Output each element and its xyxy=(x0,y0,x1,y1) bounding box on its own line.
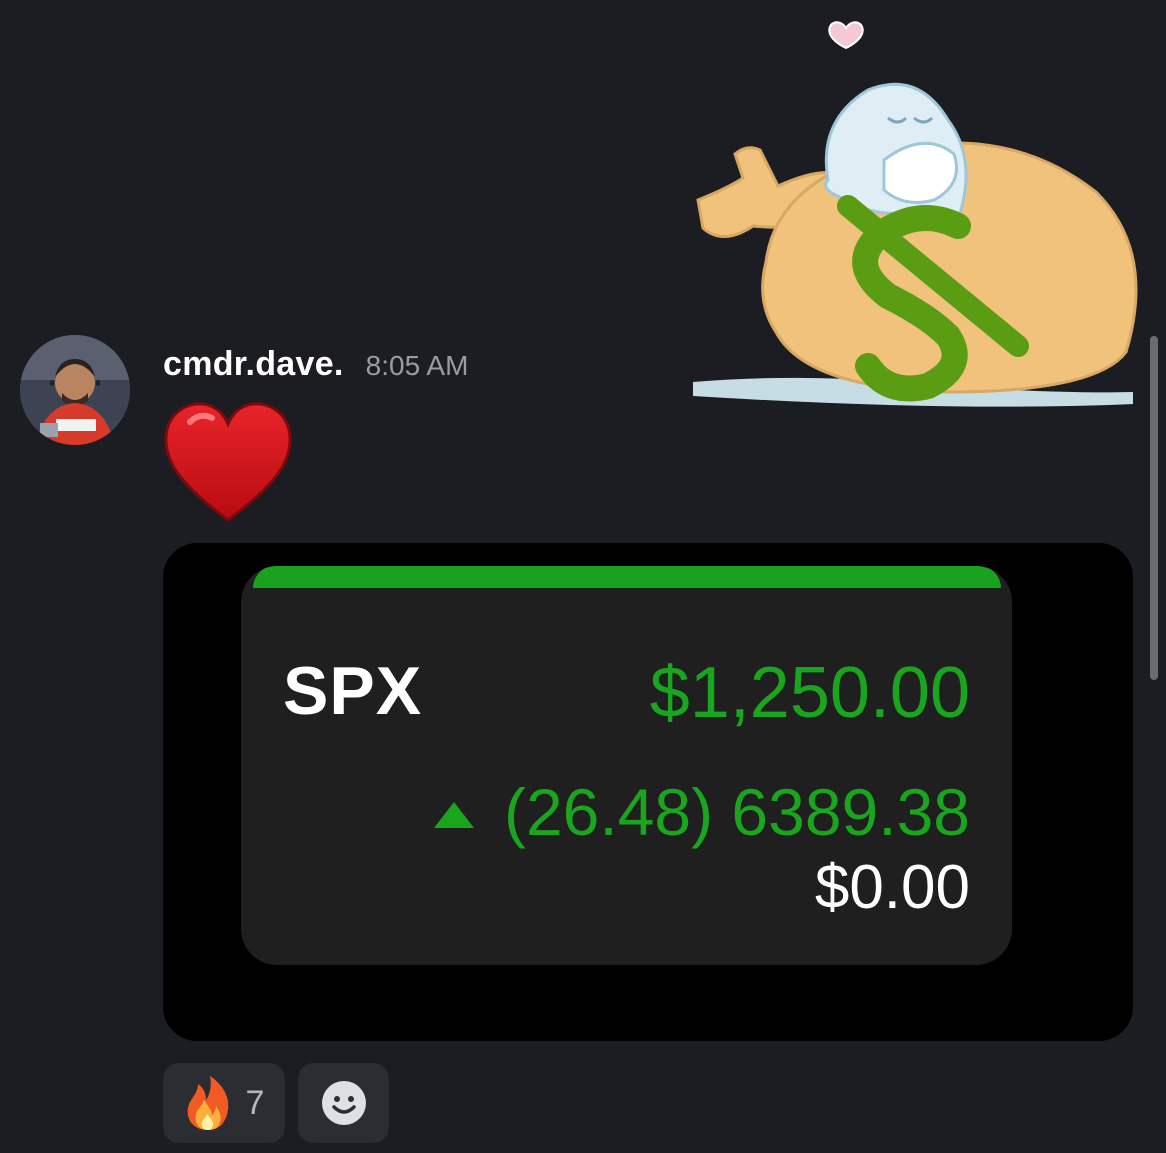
red-heart-icon xyxy=(164,402,292,522)
position-price: $1,250.00 xyxy=(649,653,970,733)
timestamp: 8:05 AM xyxy=(365,350,469,381)
add-reaction-button[interactable] xyxy=(298,1063,389,1143)
price-change: (26.48) 6389.38 xyxy=(503,775,970,849)
chat-view: cmdr.dave. 8:05 AM SPX $1,250.00 (26.48)… xyxy=(0,0,1166,1153)
message-header: cmdr.dave. 8:05 AM xyxy=(163,345,468,384)
small-heart-icon xyxy=(828,21,864,50)
smiley-icon xyxy=(321,1081,366,1125)
scrollbar[interactable] xyxy=(1150,336,1158,680)
reaction-fire[interactable]: 7 xyxy=(163,1063,285,1143)
user-avatar-image xyxy=(20,335,130,445)
fire-icon xyxy=(187,1076,228,1130)
money-bag-sticker[interactable] xyxy=(688,10,1138,410)
position-value: $0.00 xyxy=(814,853,970,922)
avatar[interactable] xyxy=(20,335,130,445)
widget-accent-bar xyxy=(253,566,1001,588)
stock-widget: SPX $1,250.00 (26.48) 6389.38 $0.00 xyxy=(241,566,1012,965)
username[interactable]: cmdr.dave. xyxy=(163,345,344,384)
ticker-symbol: SPX xyxy=(283,653,423,729)
reaction-count: 7 xyxy=(245,1083,265,1122)
up-arrow-icon xyxy=(433,802,474,828)
change-row: (26.48) 6389.38 xyxy=(433,774,970,850)
